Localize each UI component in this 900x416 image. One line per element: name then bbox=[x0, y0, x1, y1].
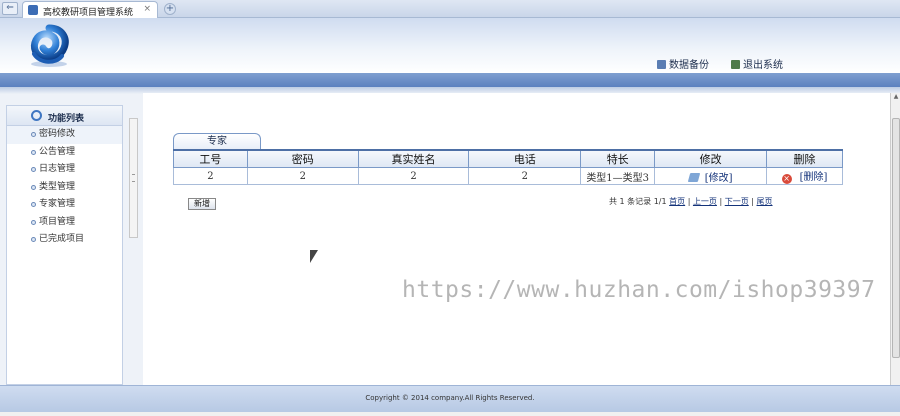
pagination: 共 1 条记录 1/1 首页 | 上一页 | 下一页 | 尾页 bbox=[609, 196, 773, 207]
sidebar-title: 功能列表 bbox=[48, 114, 85, 124]
pager-first-link[interactable]: 首页 bbox=[669, 197, 685, 206]
nav-bar bbox=[0, 73, 900, 87]
tab-experts[interactable]: 专家 bbox=[173, 133, 261, 149]
col-header-id: 工号 bbox=[173, 149, 248, 168]
bullet-icon bbox=[31, 132, 36, 137]
sidebar-item-password[interactable]: 密码修改 bbox=[7, 126, 122, 144]
grip-icon bbox=[132, 174, 135, 182]
browser-tab[interactable]: 高校教研项目管理系统 × bbox=[22, 1, 158, 18]
sidebar-item-experts[interactable]: 专家管理 bbox=[7, 196, 122, 214]
browser-tab-bar: ⇐ 高校教研项目管理系统 × + bbox=[0, 0, 900, 18]
backup-link[interactable]: 数据备份 bbox=[657, 56, 709, 71]
pager-prev-link[interactable]: 上一页 bbox=[693, 197, 717, 206]
mouse-cursor-icon bbox=[310, 250, 318, 263]
delete-link[interactable]: [删除] bbox=[800, 172, 828, 183]
cell-specialty: 类型1—类型3 bbox=[580, 167, 656, 185]
pager-next-link[interactable]: 下一页 bbox=[725, 197, 749, 206]
sidebar-item-label: 类型管理 bbox=[39, 181, 76, 192]
col-header-phone: 电话 bbox=[468, 149, 582, 168]
tab-close-icon[interactable]: × bbox=[143, 4, 151, 14]
footer: Copyright © 2014 company.All Rights Rese… bbox=[0, 385, 900, 412]
pager-separator: | bbox=[751, 197, 754, 206]
status-bar bbox=[0, 412, 900, 416]
experts-table: 工号 密码 真实姓名 电话 特长 修改 删除 2 2 2 2 类型1—类型3 [… bbox=[173, 149, 843, 185]
backup-icon bbox=[657, 60, 666, 69]
cell-id: 2 bbox=[173, 167, 248, 185]
col-header-password: 密码 bbox=[246, 149, 359, 168]
sidebar-splitter[interactable] bbox=[129, 118, 138, 238]
watermark: https://www.huzhan.com/ishop39397 bbox=[402, 277, 876, 303]
pager-separator: | bbox=[719, 197, 723, 206]
main-scrollbar[interactable]: ▲ bbox=[890, 93, 900, 385]
browser-tab-title: 高校教研项目管理系统 bbox=[43, 8, 134, 18]
bullet-icon bbox=[31, 237, 36, 242]
sidebar-item-label: 专家管理 bbox=[39, 199, 76, 209]
cell-name: 2 bbox=[357, 167, 470, 185]
bullet-icon bbox=[31, 149, 36, 155]
logout-link[interactable]: 退出系统 bbox=[731, 56, 783, 71]
delete-icon[interactable]: × bbox=[781, 174, 792, 184]
back-icon[interactable]: ⇐ bbox=[2, 2, 18, 15]
logout-label: 退出系统 bbox=[743, 60, 783, 71]
col-header-name: 真实姓名 bbox=[357, 149, 470, 168]
col-header-delete: 删除 bbox=[766, 149, 843, 168]
app-logo-icon bbox=[30, 24, 69, 67]
edit-link[interactable]: [修改] bbox=[705, 173, 733, 184]
sidebar-item-label: 项目管理 bbox=[39, 216, 76, 227]
pager-summary: 共 1 条记录 1/1 bbox=[609, 197, 667, 206]
bullet-icon bbox=[31, 184, 36, 190]
cell-edit: [修改] bbox=[654, 167, 768, 185]
sidebar: 功能列表 密码修改 公告管理 日志管理 类型管理 专家管理 项目管理 已完成项目 bbox=[6, 105, 123, 385]
search-icon bbox=[31, 110, 42, 121]
bullet-icon bbox=[31, 167, 36, 172]
bullet-icon bbox=[31, 219, 36, 225]
sidebar-item-types[interactable]: 类型管理 bbox=[7, 179, 122, 197]
main-panel: 专家 工号 密码 真实姓名 电话 特长 修改 删除 2 2 2 2 类型1—类型… bbox=[143, 93, 892, 385]
col-header-edit: 修改 bbox=[654, 149, 768, 168]
col-header-specialty: 特长 bbox=[580, 149, 656, 168]
table-header-row: 工号 密码 真实姓名 电话 特长 修改 删除 bbox=[173, 149, 843, 168]
new-tab-icon[interactable]: + bbox=[164, 3, 176, 15]
app-header: 数据备份 退出系统 bbox=[0, 18, 900, 73]
table-row: 2 2 2 2 类型1—类型3 [修改] × [删除] bbox=[173, 167, 843, 185]
sidebar-item-announcements[interactable]: 公告管理 bbox=[7, 144, 122, 162]
sidebar-item-label: 密码修改 bbox=[39, 129, 76, 139]
add-button[interactable]: 新增 bbox=[188, 198, 216, 210]
backup-label: 数据备份 bbox=[669, 60, 709, 71]
cell-delete: × [删除] bbox=[766, 167, 843, 185]
pager-last-link[interactable]: 尾页 bbox=[757, 197, 773, 206]
bullet-icon bbox=[31, 202, 36, 207]
copyright-text: Copyright © 2014 company.All Rights Rese… bbox=[365, 394, 535, 402]
sidebar-header: 功能列表 bbox=[7, 106, 122, 126]
sidebar-item-label: 日志管理 bbox=[39, 164, 76, 174]
logout-icon bbox=[731, 60, 740, 69]
edit-icon[interactable] bbox=[687, 172, 700, 182]
pager-separator: | bbox=[687, 197, 691, 206]
sidebar-item-logs[interactable]: 日志管理 bbox=[7, 161, 122, 179]
sidebar-item-projects[interactable]: 项目管理 bbox=[7, 214, 122, 232]
sidebar-item-label: 已完成项目 bbox=[39, 234, 85, 244]
cell-password: 2 bbox=[246, 167, 359, 185]
sidebar-item-completed[interactable]: 已完成项目 bbox=[7, 231, 122, 249]
scroll-up-icon[interactable]: ▲ bbox=[892, 93, 900, 103]
sidebar-item-label: 公告管理 bbox=[39, 146, 76, 157]
favicon-icon bbox=[28, 5, 38, 15]
cell-phone: 2 bbox=[468, 167, 582, 185]
scrollbar-thumb[interactable] bbox=[892, 118, 900, 358]
